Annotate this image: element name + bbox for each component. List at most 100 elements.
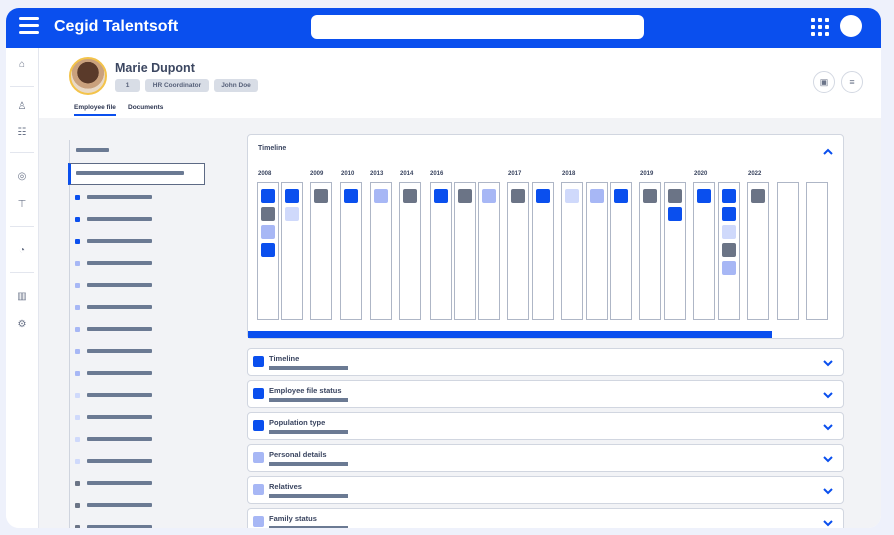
chevron-down-icon[interactable] bbox=[821, 356, 835, 370]
timeline-column bbox=[430, 182, 452, 320]
timeline-event-marker[interactable] bbox=[403, 189, 417, 203]
menu-icon[interactable] bbox=[19, 17, 39, 37]
year-label: 2008 bbox=[258, 171, 272, 177]
nav-item-label bbox=[76, 171, 184, 175]
timeline-event-marker[interactable] bbox=[590, 189, 604, 203]
section-personal-details[interactable]: Personal details bbox=[247, 444, 844, 472]
settings-icon[interactable]: ⚙ bbox=[15, 318, 29, 332]
chevron-down-icon[interactable] bbox=[821, 420, 835, 434]
timeline-event-marker[interactable] bbox=[722, 189, 736, 203]
pie-chart-icon[interactable]: ◔ bbox=[15, 244, 29, 258]
home-icon[interactable]: ⌂ bbox=[15, 58, 29, 72]
chevron-down-icon[interactable] bbox=[821, 452, 835, 466]
timeline-event-marker[interactable] bbox=[668, 207, 682, 221]
user-avatar[interactable] bbox=[840, 15, 862, 37]
tab-documents[interactable]: Documents bbox=[128, 104, 163, 111]
timeline-event-marker[interactable] bbox=[722, 261, 736, 275]
nav-guide-line bbox=[69, 140, 70, 528]
search-input[interactable] bbox=[311, 15, 644, 39]
org-chart-icon[interactable]: ⊤ bbox=[15, 198, 29, 212]
timeline-event-marker[interactable] bbox=[261, 189, 275, 203]
group-icon[interactable]: ☷ bbox=[15, 126, 29, 140]
year-label: 2013 bbox=[370, 171, 384, 177]
nav-item[interactable] bbox=[87, 503, 152, 507]
timeline-event-marker[interactable] bbox=[344, 189, 358, 203]
nav-item[interactable] bbox=[87, 525, 152, 528]
nav-item[interactable] bbox=[87, 349, 152, 353]
timeline-event-marker[interactable] bbox=[261, 225, 275, 239]
nav-item-marker bbox=[75, 393, 80, 398]
timeline-event-marker[interactable] bbox=[643, 189, 657, 203]
timeline-column bbox=[747, 182, 769, 320]
timeline-event-marker[interactable] bbox=[614, 189, 628, 203]
section-title: Personal details bbox=[269, 450, 327, 459]
building-icon[interactable]: ▥ bbox=[15, 290, 29, 304]
chevron-up-icon[interactable] bbox=[821, 145, 835, 159]
nav-item[interactable] bbox=[87, 327, 152, 331]
timeline-event-marker[interactable] bbox=[482, 189, 496, 203]
nav-item[interactable] bbox=[87, 371, 152, 375]
badge-id: 1 bbox=[115, 79, 140, 92]
timeline-event-marker[interactable] bbox=[697, 189, 711, 203]
chevron-down-icon[interactable] bbox=[821, 516, 835, 528]
apps-grid-icon[interactable] bbox=[811, 18, 830, 37]
timeline-event-marker[interactable] bbox=[565, 189, 579, 203]
section-relatives[interactable]: Relatives bbox=[247, 476, 844, 504]
nav-item[interactable] bbox=[87, 415, 152, 419]
timeline-column bbox=[507, 182, 529, 320]
timeline-card-title: Timeline bbox=[258, 145, 287, 152]
timeline-column bbox=[478, 182, 500, 320]
timeline-event-marker[interactable] bbox=[261, 243, 275, 257]
timeline-event-marker[interactable] bbox=[722, 207, 736, 221]
chevron-down-icon[interactable] bbox=[821, 388, 835, 402]
nav-item[interactable] bbox=[87, 283, 152, 287]
timeline-event-marker[interactable] bbox=[285, 207, 299, 221]
person-icon[interactable]: ♙ bbox=[15, 100, 29, 114]
timeline-event-marker[interactable] bbox=[668, 189, 682, 203]
timeline-event-marker[interactable] bbox=[374, 189, 388, 203]
nav-item-marker bbox=[75, 459, 80, 464]
nav-item[interactable] bbox=[87, 481, 152, 485]
nav-item[interactable] bbox=[87, 437, 152, 441]
nav-item[interactable] bbox=[87, 217, 152, 221]
nav-item[interactable] bbox=[87, 459, 152, 463]
nav-item-marker bbox=[75, 261, 80, 266]
section-family-status[interactable]: Family status bbox=[247, 508, 844, 528]
list-menu-button[interactable]: ≡ bbox=[841, 71, 863, 93]
timeline-event-marker[interactable] bbox=[314, 189, 328, 203]
section-color-swatch bbox=[253, 452, 264, 463]
timeline-event-marker[interactable] bbox=[722, 243, 736, 257]
nav-item-marker bbox=[75, 239, 80, 244]
nav-item-marker bbox=[75, 525, 80, 528]
timeline-scrollbar[interactable] bbox=[248, 331, 772, 338]
timeline-event-marker[interactable] bbox=[536, 189, 550, 203]
year-label: 2010 bbox=[341, 171, 355, 177]
nav-divider bbox=[10, 86, 34, 87]
year-label: 2017 bbox=[508, 171, 522, 177]
timeline-event-marker[interactable] bbox=[285, 189, 299, 203]
nav-item-marker bbox=[75, 371, 80, 376]
section-employee-file-status[interactable]: Employee file status bbox=[247, 380, 844, 408]
nav-item[interactable] bbox=[87, 239, 152, 243]
chevron-down-icon[interactable] bbox=[821, 484, 835, 498]
section-timeline[interactable]: Timeline bbox=[247, 348, 844, 376]
section-color-swatch bbox=[253, 484, 264, 495]
tab-employee-file[interactable]: Employee file bbox=[74, 104, 116, 116]
calendar-button[interactable]: ▣ bbox=[813, 71, 835, 93]
timeline-event-marker[interactable] bbox=[458, 189, 472, 203]
nav-item[interactable] bbox=[87, 305, 152, 309]
timeline-event-marker[interactable] bbox=[722, 225, 736, 239]
nav-item-selected[interactable] bbox=[68, 163, 205, 185]
globe-icon[interactable]: ◎ bbox=[15, 170, 29, 184]
nav-item[interactable] bbox=[87, 393, 152, 397]
timeline-column bbox=[777, 182, 799, 320]
nav-item[interactable] bbox=[87, 195, 152, 199]
section-population-type[interactable]: Population type bbox=[247, 412, 844, 440]
employee-header: Marie Dupont 1 HR Coordinator John Doe E… bbox=[39, 48, 881, 118]
timeline-event-marker[interactable] bbox=[751, 189, 765, 203]
timeline-event-marker[interactable] bbox=[434, 189, 448, 203]
timeline-event-marker[interactable] bbox=[511, 189, 525, 203]
nav-item[interactable] bbox=[87, 261, 152, 265]
timeline-event-marker[interactable] bbox=[261, 207, 275, 221]
nav-item-marker bbox=[75, 305, 80, 310]
